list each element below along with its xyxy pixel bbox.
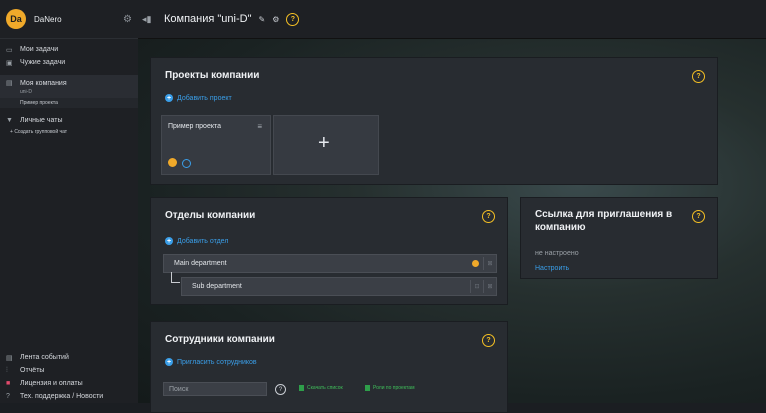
help-icon[interactable]: ? bbox=[692, 210, 705, 223]
download-list-label: Скачать список bbox=[307, 385, 343, 391]
departments-title: Отделы компании bbox=[165, 210, 256, 221]
chart-icon: ⫶ bbox=[6, 366, 8, 374]
avatar bbox=[472, 260, 479, 267]
add-project-card[interactable]: + bbox=[273, 115, 379, 175]
help-icon[interactable]: ? bbox=[275, 384, 286, 395]
menu-icon[interactable]: ≡ bbox=[257, 122, 262, 131]
sidebar-item-label: Чужие задачи bbox=[20, 59, 66, 66]
plus-circle-icon: + bbox=[165, 358, 173, 366]
sidebar-item-support[interactable]: ? Тех. поддержка / Новости bbox=[0, 390, 138, 403]
plus-circle-icon: + bbox=[165, 237, 173, 245]
gear-icon[interactable]: ⚙ bbox=[123, 14, 132, 25]
department-row-main[interactable]: Main department ⊠ bbox=[163, 254, 497, 273]
projects-panel: Проекты компании ? + Добавить проект При… bbox=[150, 57, 718, 185]
sidebar-item-label: Отчёты bbox=[20, 367, 45, 374]
collapse-sidebar-icon[interactable]: ◂▮ bbox=[142, 14, 156, 25]
sidebar-item-feed[interactable]: ▤ Лента событий bbox=[0, 351, 138, 364]
page-title: Компания "uni-D" bbox=[164, 13, 252, 25]
pencil-icon[interactable]: ✎ bbox=[259, 15, 266, 24]
sidebar-item-reports[interactable]: ⫶ Отчёты bbox=[0, 364, 138, 377]
avatar bbox=[168, 158, 177, 167]
feed-icon: ▤ bbox=[6, 354, 13, 362]
user-name[interactable]: DaNero bbox=[34, 15, 123, 24]
chevron-down-icon: ▼ bbox=[6, 117, 13, 124]
roles-label: Роли по проектам bbox=[373, 385, 415, 391]
search-placeholder: Поиск bbox=[169, 385, 189, 393]
sidebar: Da DaNero ⚙ ▭ Мои задачи ▣ Чужие задачи … bbox=[0, 0, 139, 403]
sidebar-item-others-tasks[interactable]: ▣ Чужие задачи bbox=[0, 56, 138, 69]
main-content: Проекты компании ? + Добавить проект При… bbox=[138, 39, 766, 413]
help-icon[interactable]: ? bbox=[692, 70, 705, 83]
sidebar-item-label: Лента событий bbox=[20, 354, 69, 361]
roles-by-projects-button[interactable]: Роли по проектам bbox=[365, 385, 415, 391]
employees-panel: Сотрудники компании ? + Пригласить сотру… bbox=[150, 321, 508, 413]
download-list-button[interactable]: Скачать список bbox=[299, 385, 343, 391]
company-subtitle: uni-D bbox=[20, 89, 32, 95]
edit-icon[interactable]: ⊡ bbox=[470, 280, 483, 293]
department-name: Main department bbox=[174, 260, 227, 267]
help-icon: ? bbox=[6, 393, 10, 400]
department-name: Sub department bbox=[192, 283, 242, 290]
help-icon[interactable]: ? bbox=[286, 12, 300, 26]
add-department-label: Добавить отдел bbox=[177, 237, 229, 245]
department-row-sub[interactable]: Sub department ⊡ ⊠ bbox=[181, 277, 497, 296]
plus-icon: + bbox=[318, 132, 330, 154]
sidebar-item-my-tasks[interactable]: ▭ Мои задачи bbox=[0, 43, 138, 56]
user-profile[interactable]: Da DaNero ⚙ bbox=[0, 0, 138, 39]
search-input[interactable]: Поиск bbox=[163, 382, 267, 396]
sidebar-bottom-nav: ▤ Лента событий ⫶ Отчёты ■ Лицензия и оп… bbox=[0, 351, 138, 403]
invite-employees-label: Пригласить сотрудников bbox=[177, 358, 257, 366]
sidebar-item-label: Тех. поддержка / Новости bbox=[20, 393, 104, 400]
help-icon[interactable]: ? bbox=[482, 210, 495, 223]
chat-bubble-icon: ▭ bbox=[6, 46, 13, 54]
sidebar-item-label: Мои задачи bbox=[20, 46, 59, 53]
configure-link[interactable]: Настроить bbox=[535, 265, 569, 272]
sidebar-item-label: Личные чаты bbox=[20, 117, 63, 124]
license-icon: ■ bbox=[6, 380, 11, 387]
status-circle-icon bbox=[182, 159, 191, 168]
avatar[interactable]: Da bbox=[6, 9, 26, 29]
delete-icon[interactable]: ⊠ bbox=[483, 280, 496, 293]
excel-icon bbox=[299, 385, 304, 391]
employees-title: Сотрудники компании bbox=[165, 334, 275, 345]
add-department-link[interactable]: + Добавить отдел bbox=[165, 237, 228, 245]
inbox-icon: ▣ bbox=[6, 59, 13, 67]
sidebar-item-label: Лицензия и оплаты bbox=[20, 380, 83, 387]
project-name: Пример проекта bbox=[168, 123, 222, 130]
sidebar-item-license[interactable]: ■ Лицензия и оплаты bbox=[0, 377, 138, 390]
delete-icon[interactable]: ⊠ bbox=[483, 257, 496, 270]
gear-icon[interactable]: ⚙ bbox=[272, 15, 279, 24]
excel-icon bbox=[365, 385, 370, 391]
sidebar-item-my-company[interactable]: ▤ Моя компания uni-D bbox=[0, 75, 138, 98]
sidebar-nav: ▭ Мои задачи ▣ Чужие задачи ▤ Моя компан… bbox=[0, 39, 138, 137]
header: ◂▮ Компания "uni-D" ✎ ⚙ ? bbox=[138, 0, 766, 39]
sidebar-item-label: Моя компания bbox=[20, 79, 67, 87]
create-chat-label: Создать групповой чат bbox=[14, 129, 68, 135]
add-project-link[interactable]: + Добавить проект bbox=[165, 94, 232, 102]
invite-link-panel: Ссылка для приглашения в компанию ? не н… bbox=[520, 197, 718, 279]
tree-connector bbox=[171, 272, 180, 283]
plus-circle-icon: + bbox=[165, 94, 173, 102]
invite-title: Ссылка для приглашения в компанию bbox=[535, 209, 673, 233]
sidebar-item-project[interactable]: Пример проекта bbox=[0, 98, 138, 108]
project-card[interactable]: Пример проекта ≡ bbox=[161, 115, 271, 175]
add-project-label: Добавить проект bbox=[177, 94, 232, 102]
help-icon[interactable]: ? bbox=[482, 334, 495, 347]
invite-status: не настроено bbox=[535, 250, 579, 257]
sidebar-item-personal-chats[interactable]: ▼ Личные чаты bbox=[0, 114, 138, 127]
invite-employees-link[interactable]: + Пригласить сотрудников bbox=[165, 358, 257, 366]
create-group-chat-link[interactable]: + Создать групповой чат bbox=[0, 127, 138, 137]
projects-title: Проекты компании bbox=[165, 70, 260, 81]
sidebar-chats: ▼ Личные чаты + Создать групповой чат bbox=[0, 114, 138, 137]
sidebar-company-row[interactable]: ▤ Моя компания bbox=[0, 78, 138, 88]
building-icon: ▤ bbox=[6, 80, 13, 87]
departments-panel: Отделы компании ? + Добавить отдел Main … bbox=[150, 197, 508, 305]
